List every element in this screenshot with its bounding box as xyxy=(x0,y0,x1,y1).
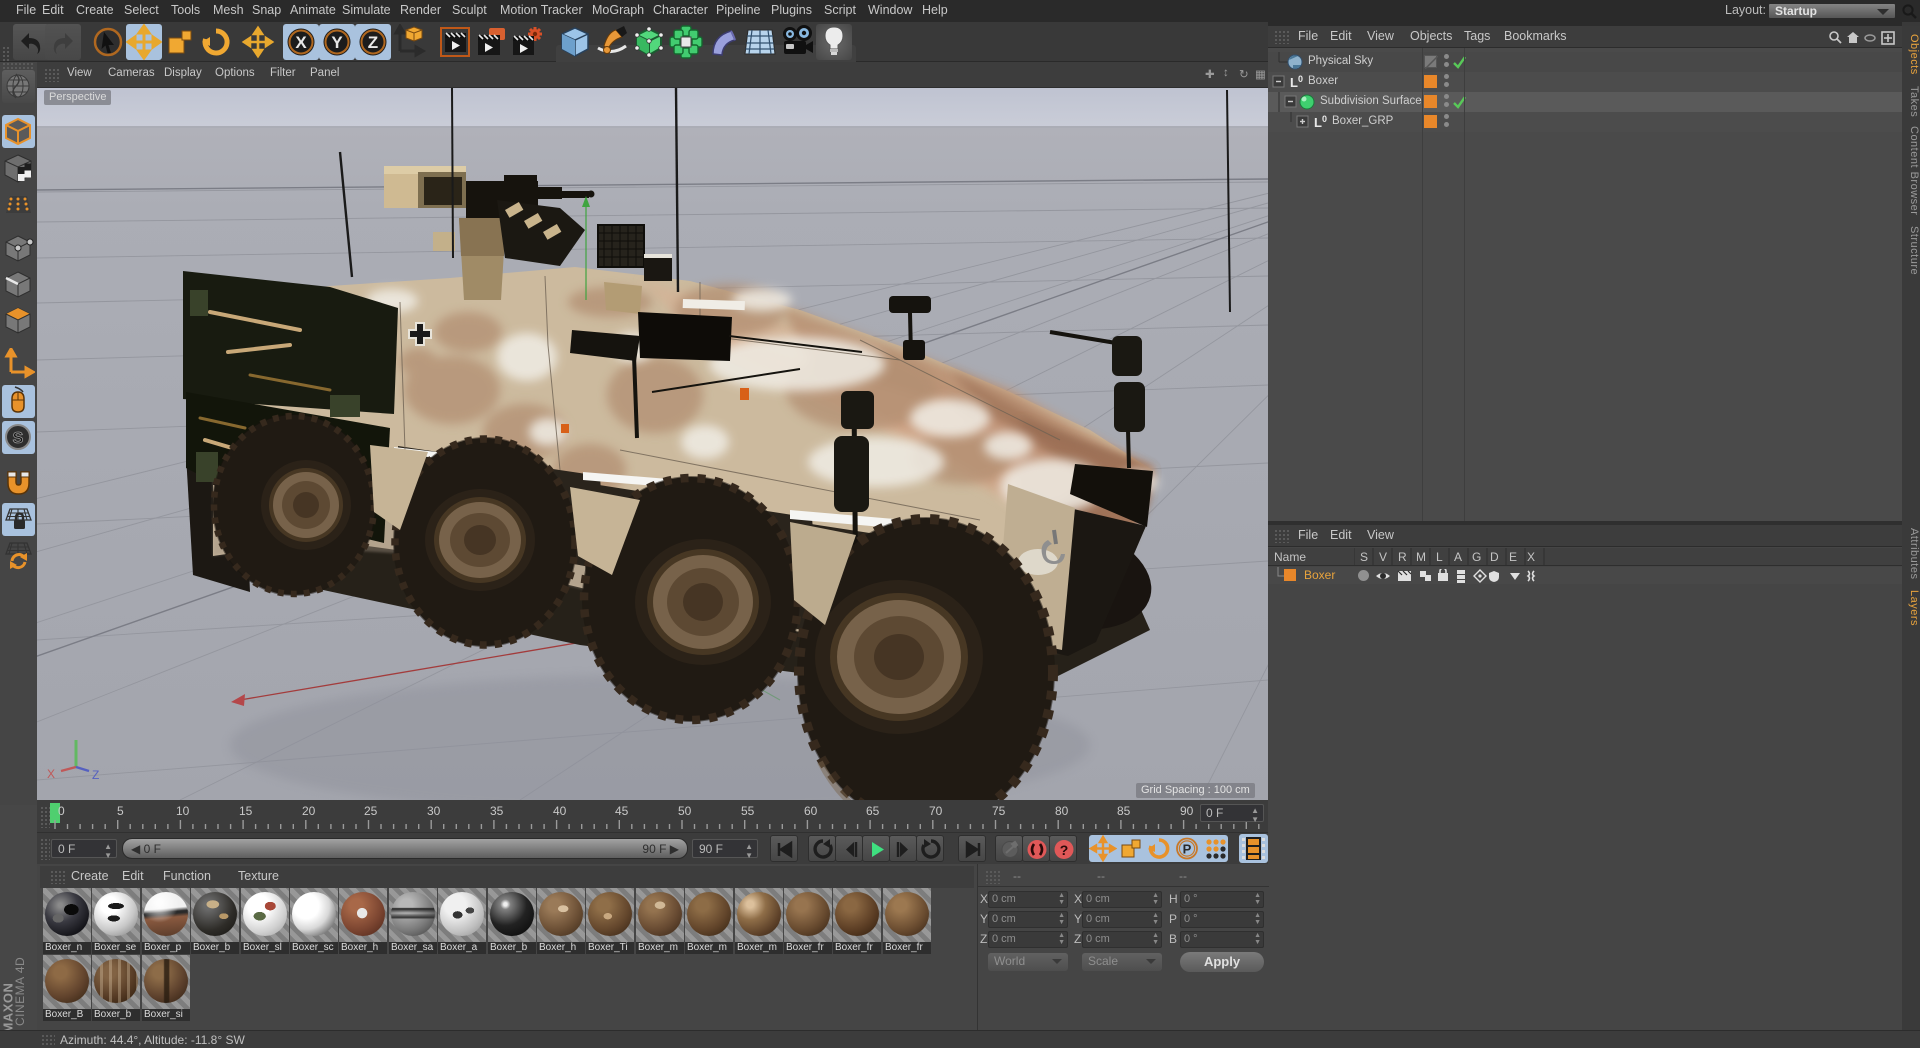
svg-text:0: 0 xyxy=(58,804,65,818)
svg-text:0: 0 xyxy=(1298,74,1303,84)
svg-text:35: 35 xyxy=(490,804,504,818)
svg-text:0: 0 xyxy=(1322,114,1327,124)
svg-text:X: X xyxy=(47,767,55,781)
svg-text:Z: Z xyxy=(92,768,99,782)
svg-text:Z: Z xyxy=(368,33,378,52)
svg-text:40: 40 xyxy=(553,804,567,818)
svg-text:50: 50 xyxy=(678,804,692,818)
svg-text:10: 10 xyxy=(176,804,190,818)
svg-text:30: 30 xyxy=(427,804,441,818)
svg-text:L: L xyxy=(1290,75,1298,90)
svg-text:75: 75 xyxy=(992,804,1006,818)
svg-text:45: 45 xyxy=(615,804,629,818)
svg-text:60: 60 xyxy=(804,804,818,818)
svg-text:5: 5 xyxy=(117,804,124,818)
svg-text:?: ? xyxy=(1060,842,1069,858)
svg-text:P: P xyxy=(1183,842,1192,857)
svg-text:70: 70 xyxy=(929,804,943,818)
svg-text:25: 25 xyxy=(364,804,378,818)
svg-text:80: 80 xyxy=(1055,804,1069,818)
svg-text:90: 90 xyxy=(1180,804,1194,818)
svg-text:S: S xyxy=(13,430,24,447)
svg-text:Y: Y xyxy=(331,33,343,52)
svg-text:55: 55 xyxy=(741,804,755,818)
svg-text:15: 15 xyxy=(239,804,253,818)
svg-text:L: L xyxy=(1314,115,1322,130)
svg-text:X: X xyxy=(295,33,307,52)
svg-text:20: 20 xyxy=(302,804,316,818)
svg-text:85: 85 xyxy=(1117,804,1131,818)
svg-text:65: 65 xyxy=(866,804,880,818)
